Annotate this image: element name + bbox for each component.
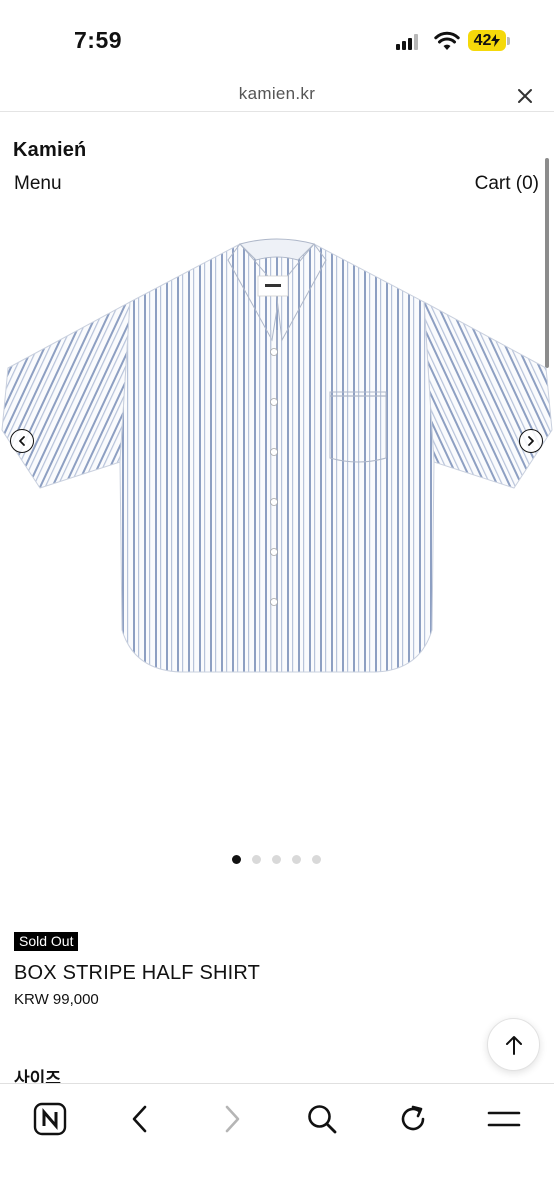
product-title: BOX STRIPE HALF SHIRT [14,962,261,984]
product-gallery [0,230,554,864]
gallery-dot-3[interactable] [272,855,281,864]
battery-level: 42 [473,31,492,49]
battery-tip [507,37,510,45]
status-bar: 7:59 42 [0,0,554,78]
product-price: KRW 99,000 [14,991,99,1008]
menu-link[interactable]: Menu [14,173,62,195]
reload-icon[interactable] [393,1099,433,1139]
chevron-left-circle-icon[interactable] [10,429,34,453]
search-icon[interactable] [302,1099,342,1139]
status-time: 7:59 [74,27,123,53]
url-bar: kamien.kr [0,78,554,112]
scroll-to-top-button[interactable] [487,1018,540,1071]
naver-n-icon[interactable] [30,1099,70,1139]
gallery-dot-1[interactable] [232,855,241,864]
gallery-pagination [232,855,332,865]
cart-link[interactable]: Cart (0) [475,173,539,195]
wifi-icon [434,31,460,50]
gallery-dot-4[interactable] [292,855,301,864]
charging-bolt-icon [491,34,501,47]
close-icon[interactable] [512,83,538,109]
battery-icon: 42 [468,30,506,51]
browser-toolbar [0,1083,554,1200]
back-icon[interactable] [120,1099,160,1139]
forward-icon[interactable] [212,1099,252,1139]
chevron-right-circle-icon[interactable] [519,429,543,453]
gallery-dot-5[interactable] [312,855,321,864]
brand-logo[interactable]: Kamień [13,139,86,162]
gallery-dot-2[interactable] [252,855,261,864]
product-image [1,238,553,673]
cellular-signal-icon [396,34,422,50]
arrow-up-icon [505,1035,522,1055]
url-text[interactable]: kamien.kr [0,84,554,104]
sold-out-badge: Sold Out [14,932,79,951]
menu-icon[interactable] [484,1099,524,1139]
